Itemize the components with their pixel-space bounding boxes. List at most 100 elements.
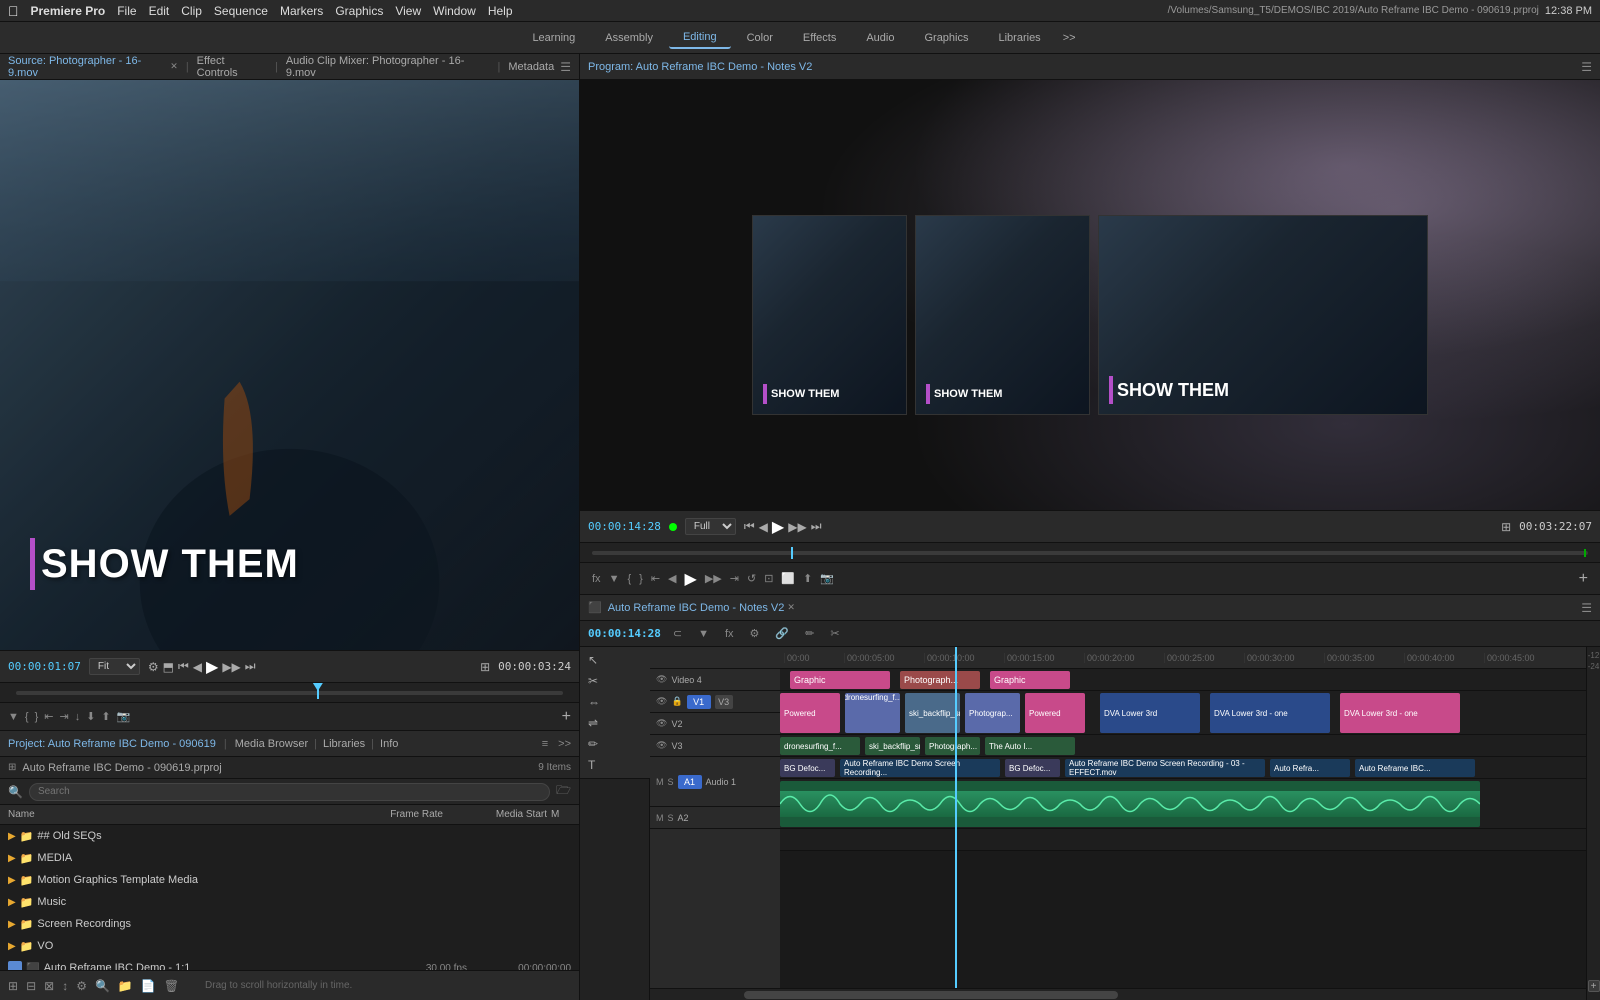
nav-more-button[interactable]: >> bbox=[1057, 28, 1082, 48]
tab-media-browser[interactable]: Media Browser bbox=[235, 738, 308, 750]
menu-file[interactable]: File bbox=[117, 4, 136, 18]
audio-clip-mixer-tab[interactable]: Audio Clip Mixer: Photographer - 16-9.mo… bbox=[286, 55, 490, 79]
prog-go-in-icon[interactable]: ⇤ bbox=[651, 572, 660, 585]
clip-v3-ski[interactable]: ski_backflip_sma... bbox=[865, 737, 920, 755]
project-menu-icon[interactable]: >> bbox=[558, 738, 571, 750]
program-title[interactable]: Program: Auto Reframe IBC Demo - Notes V… bbox=[588, 61, 812, 73]
track-a1-mute[interactable]: M bbox=[656, 777, 664, 787]
prog-next-icon[interactable]: ▶▶ bbox=[705, 572, 722, 585]
project-search-input[interactable] bbox=[29, 783, 550, 801]
menu-markers[interactable]: Markers bbox=[280, 4, 323, 18]
list-item[interactable]: ⬛ Auto Reframe IBC Demo - 1:1 30.00 fps … bbox=[0, 957, 579, 970]
clip-v4-graphic1[interactable]: Graphic bbox=[790, 671, 890, 689]
list-item[interactable]: ▶ 📁 Music bbox=[0, 891, 579, 913]
prog-export-icon[interactable]: ⬆ bbox=[803, 572, 812, 585]
tab-learning[interactable]: Learning bbox=[518, 28, 589, 48]
project-new-bin-icon[interactable]: 🗁 bbox=[556, 781, 571, 802]
project-automate-icon[interactable]: ⚙ bbox=[76, 979, 87, 993]
tool-text-icon[interactable]: T bbox=[584, 756, 646, 774]
program-timecode[interactable]: 00:00:14:28 bbox=[588, 520, 661, 533]
source-export-clip-icon[interactable]: ⬆ bbox=[101, 710, 110, 723]
tab-audio[interactable]: Audio bbox=[852, 28, 908, 48]
track-a2-solo[interactable]: S bbox=[668, 813, 674, 823]
menu-graphics[interactable]: Graphics bbox=[335, 4, 383, 18]
tab-libraries[interactable]: Libraries bbox=[323, 738, 365, 750]
menu-help[interactable]: Help bbox=[488, 4, 513, 18]
menu-premiere-pro[interactable]: Premiere Pro bbox=[31, 4, 106, 18]
prog-fx-icon[interactable]: fx bbox=[592, 573, 601, 585]
effect-controls-tab[interactable]: Effect Controls bbox=[197, 55, 267, 79]
col-name-header[interactable]: Name bbox=[8, 809, 359, 820]
list-item[interactable]: ▶ 📁 VO bbox=[0, 935, 579, 957]
timeline-tab-active[interactable]: Auto Reframe IBC Demo - Notes V2 ✕ bbox=[608, 602, 795, 614]
prog-mark-out-icon[interactable]: } bbox=[639, 573, 643, 585]
audio-waveform-bg[interactable] bbox=[780, 781, 1480, 827]
track-v3-eye-icon[interactable]: 👁 bbox=[656, 740, 667, 751]
menu-view[interactable]: View bbox=[395, 4, 421, 18]
project-icon-view-icon[interactable]: ⊟ bbox=[26, 979, 36, 993]
source-mark-in-icon[interactable]: ▼ bbox=[8, 711, 19, 723]
source-step-forward-icon[interactable]: ⏭ bbox=[245, 659, 256, 674]
project-icon-grid[interactable]: ⊞ bbox=[8, 762, 16, 773]
source-tab-active[interactable]: Source: Photographer - 16-9.mov ✕ bbox=[8, 55, 178, 79]
project-sort-icon[interactable]: ↕ bbox=[62, 979, 68, 993]
tab-graphics[interactable]: Graphics bbox=[910, 28, 982, 48]
clip-v1-dva1[interactable]: DVA Lower 3rd bbox=[1100, 693, 1200, 733]
source-insert-icon[interactable]: ↓ bbox=[75, 711, 81, 723]
track-eye-icon[interactable]: 👁 bbox=[656, 674, 667, 685]
tl-link-btn[interactable]: 🔗 bbox=[771, 625, 793, 642]
tab-assembly[interactable]: Assembly bbox=[591, 28, 667, 48]
source-camera-icon[interactable]: 📷 bbox=[117, 710, 131, 723]
prog-camera-icon[interactable]: 📷 bbox=[820, 572, 834, 585]
prog-snap-icon[interactable]: ⬜ bbox=[781, 572, 795, 585]
timeline-scrollbar[interactable] bbox=[650, 988, 1586, 1000]
add-track-btn[interactable]: + bbox=[1588, 980, 1600, 992]
col-fps-header[interactable]: Frame Rate bbox=[363, 809, 443, 820]
tab-color[interactable]: Color bbox=[733, 28, 787, 48]
source-overwrite-icon[interactable]: ⬇ bbox=[86, 710, 95, 723]
track-a1-toggle[interactable]: A1 bbox=[678, 775, 702, 789]
clip-v2-autoreframe2[interactable]: Auto Refra... bbox=[1270, 759, 1350, 777]
list-item[interactable]: ▶ 📁 ## Old SEQs bbox=[0, 825, 579, 847]
tool-pen-icon[interactable]: ✏ bbox=[584, 735, 646, 753]
menu-clip[interactable]: Clip bbox=[181, 4, 202, 18]
source-export-icon[interactable]: ⬒ bbox=[163, 660, 174, 674]
program-step-forward-icon[interactable]: ⏭ bbox=[811, 519, 822, 534]
tl-pen-btn[interactable]: ✏ bbox=[801, 625, 818, 642]
prog-mark-icon[interactable]: { bbox=[627, 573, 631, 585]
tool-arrow-icon[interactable]: ↖ bbox=[584, 651, 646, 669]
tl-mark-btn[interactable]: ▼ bbox=[694, 626, 713, 642]
timeline-panel-menu[interactable]: ☰ bbox=[1581, 601, 1592, 615]
clip-v1-dva2[interactable]: DVA Lower 3rd - one bbox=[1210, 693, 1330, 733]
tl-settings-btn[interactable]: ⚙ bbox=[746, 625, 764, 642]
source-mark-icon[interactable]: { bbox=[25, 711, 29, 723]
tab-libraries[interactable]: Libraries bbox=[985, 28, 1055, 48]
clip-v2-bgdefoc1[interactable]: BG Defoc... bbox=[780, 759, 835, 777]
project-find-btn[interactable]: 🔍 bbox=[95, 979, 110, 993]
add-track-icon[interactable]: + bbox=[1588, 980, 1600, 992]
source-step-back-icon[interactable]: ⏮ bbox=[178, 659, 189, 674]
source-next-frame-icon[interactable]: ▶▶ bbox=[222, 660, 240, 674]
clip-v1-dronesurfing[interactable]: dronesurfing_f... bbox=[845, 693, 900, 733]
source-go-out-icon[interactable]: ⇥ bbox=[59, 710, 68, 723]
timeline-timecode[interactable]: 00:00:14:28 bbox=[588, 627, 661, 640]
tab-info[interactable]: Info bbox=[380, 738, 398, 750]
prog-add-icon[interactable]: + bbox=[1579, 570, 1588, 588]
prog-safe-icon[interactable]: ⊡ bbox=[764, 572, 773, 585]
prog-go-out-icon[interactable]: ⇥ bbox=[730, 572, 739, 585]
prog-prev-icon[interactable]: ◀ bbox=[668, 572, 676, 585]
clip-v2-screen2[interactable]: Auto Reframe IBC Demo Screen Recording -… bbox=[1065, 759, 1265, 777]
clip-v3-theauto[interactable]: The Auto I... bbox=[985, 737, 1075, 755]
tool-slip-icon[interactable]: ⇌ bbox=[584, 714, 646, 732]
prog-play-btn[interactable]: ▶ bbox=[685, 569, 697, 589]
program-zoom-icon[interactable]: ⊞ bbox=[1501, 520, 1511, 534]
track-v1-lock[interactable]: 🔒 bbox=[671, 696, 682, 707]
program-step-back-icon[interactable]: ⏮ bbox=[744, 519, 755, 534]
menu-sequence[interactable]: Sequence bbox=[214, 4, 268, 18]
program-next-frame-icon[interactable]: ▶▶ bbox=[788, 520, 806, 534]
menu-window[interactable]: Window bbox=[433, 4, 476, 18]
project-find-icon[interactable]: ≡ bbox=[542, 738, 548, 750]
clip-v1-photographer[interactable]: Photograp... bbox=[965, 693, 1020, 733]
prog-mark-in-icon[interactable]: ▼ bbox=[609, 573, 620, 585]
source-add-icon[interactable]: + bbox=[562, 708, 571, 726]
